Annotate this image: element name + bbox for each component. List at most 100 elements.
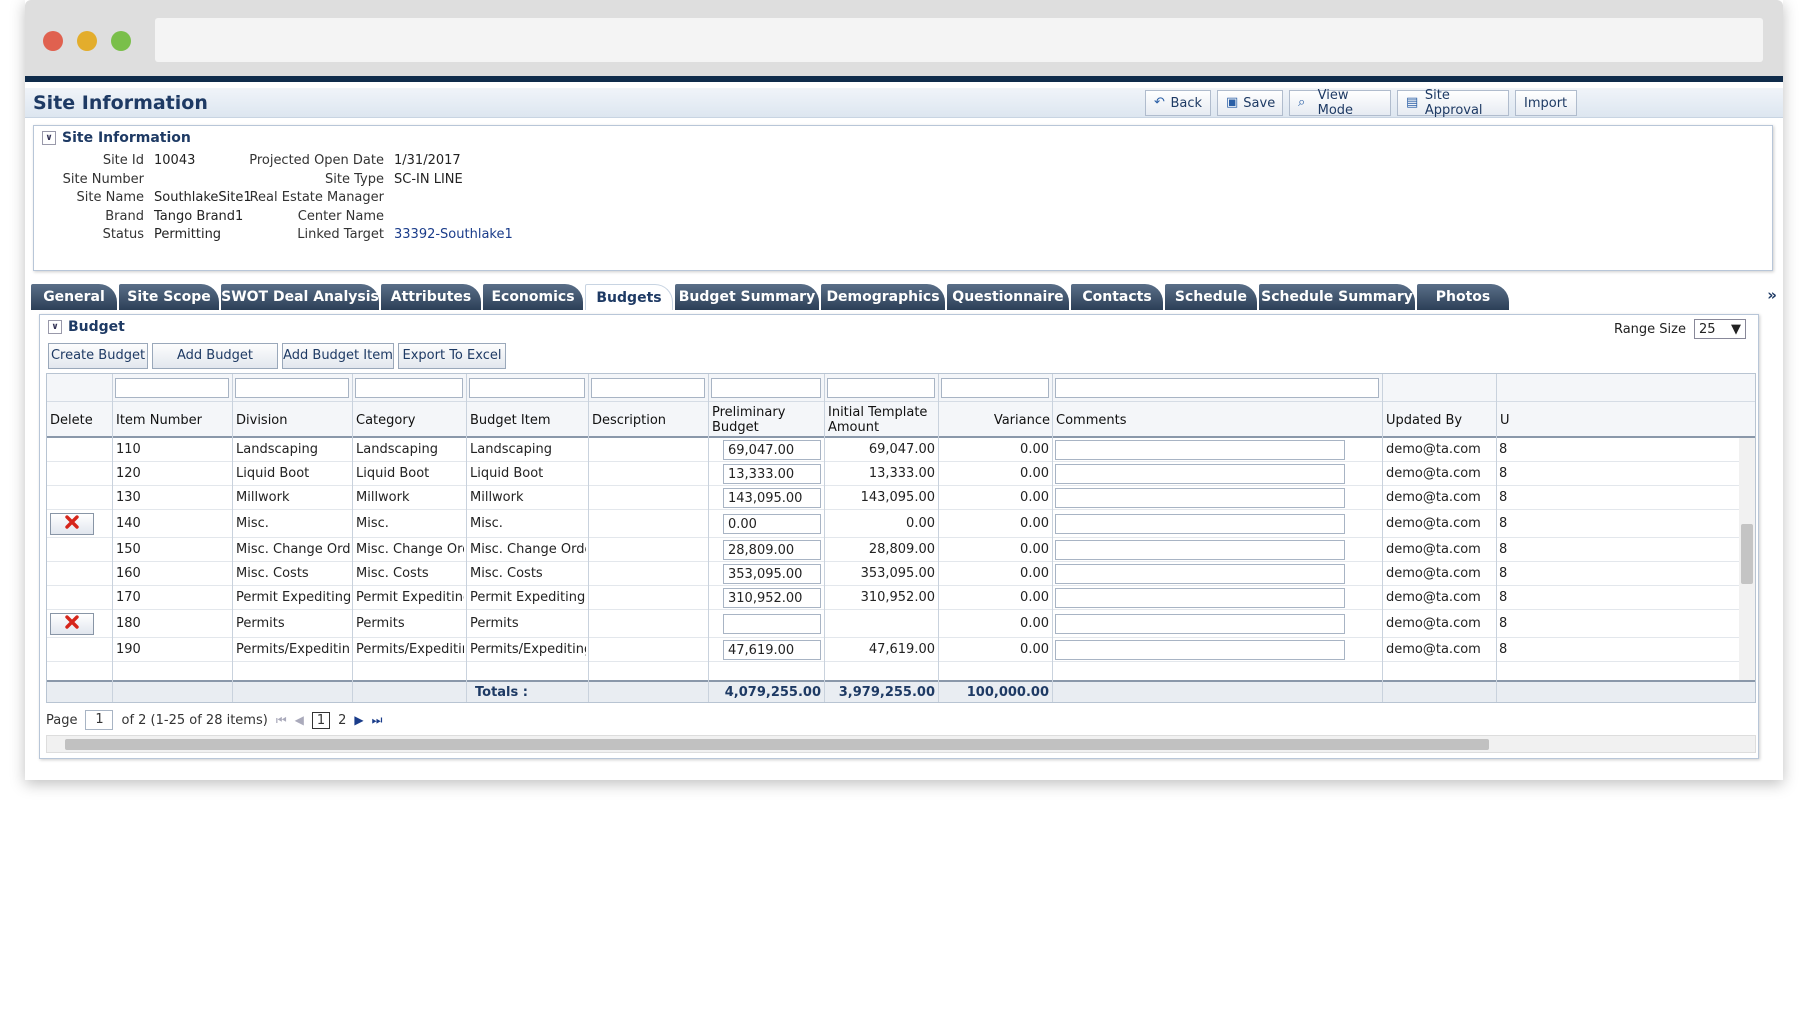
save-button[interactable]: ▣ Save	[1217, 90, 1283, 116]
comments-input[interactable]	[1055, 464, 1345, 484]
column-header[interactable]: Variance	[942, 402, 1050, 438]
header-row: Delete Item Number Division Category Budget …	[47, 402, 1755, 438]
range-size-select[interactable]: 25 ▼	[1694, 319, 1746, 339]
column-header[interactable]: Category	[356, 402, 464, 438]
tab-demographics[interactable]: Demographics	[821, 284, 945, 310]
tab-budgets[interactable]: Budgets	[585, 284, 673, 310]
view-mode-button[interactable]: ⌕ View Mode	[1289, 88, 1391, 118]
more-tabs-icon[interactable]: »	[1767, 286, 1777, 304]
vertical-scroll-thumb[interactable]	[1741, 524, 1753, 584]
table-row: 160 Misc. Costs Misc. Costs Misc. Costs 353,…	[47, 562, 1747, 586]
column-header[interactable]: Delete	[50, 402, 110, 438]
preliminary-budget-input[interactable]: 47,619.00	[723, 640, 821, 660]
column-header[interactable]: Item Number	[116, 402, 230, 438]
minimize-window-icon[interactable]	[77, 31, 97, 51]
filter-input[interactable]	[941, 378, 1049, 398]
next-page-icon[interactable]: ▶	[354, 713, 363, 727]
tab-site-scope[interactable]: Site Scope	[119, 284, 219, 310]
comments-input[interactable]	[1055, 564, 1345, 584]
field-label: Site Number	[62, 171, 144, 187]
tab-general[interactable]: General	[31, 284, 117, 310]
page-link-1[interactable]: 1	[311, 711, 331, 729]
page-number-input[interactable]: 1	[85, 710, 114, 730]
filter-input[interactable]	[1055, 378, 1379, 398]
delete-row-button[interactable]	[50, 613, 94, 635]
cell-description	[592, 510, 706, 537]
column-header[interactable]: Comments	[1056, 402, 1380, 438]
page-link-2[interactable]: 2	[338, 713, 346, 728]
collapse-icon[interactable]: ∨	[42, 131, 56, 145]
field-value[interactable]: 33392-Southlake1	[394, 227, 513, 242]
column-header[interactable]: Initial Template Amount	[828, 402, 936, 438]
tab-photos[interactable]: Photos	[1417, 284, 1509, 310]
cell-division: Permit Expediting	[236, 590, 350, 605]
preliminary-budget-input[interactable]: 143,095.00	[723, 488, 821, 508]
cell-initial-template-amount	[825, 610, 935, 637]
horizontal-scroll-thumb[interactable]	[65, 739, 1489, 750]
address-bar[interactable]	[155, 18, 1763, 62]
delete-row-button[interactable]	[50, 513, 94, 535]
comments-input[interactable]	[1055, 614, 1345, 634]
create-budget-button[interactable]: Create Budget	[48, 343, 148, 369]
import-button[interactable]: Import	[1515, 90, 1577, 116]
comments-input[interactable]	[1055, 540, 1345, 560]
comments-input[interactable]	[1055, 514, 1345, 534]
preliminary-budget-input[interactable]: 13,333.00	[723, 464, 821, 484]
comments-input[interactable]	[1055, 640, 1345, 660]
filter-input[interactable]	[711, 378, 821, 398]
field-label: Status	[102, 227, 144, 242]
horizontal-scrollbar[interactable]	[46, 735, 1756, 753]
tab-economics[interactable]: Economics	[483, 284, 583, 310]
preliminary-budget-input[interactable]: 353,095.00	[723, 564, 821, 584]
column-header[interactable]: Budget Item	[470, 402, 586, 438]
column-header[interactable]: Description	[592, 402, 706, 438]
field-label: Site Type	[325, 171, 384, 187]
column-header[interactable]: Preliminary Budget	[712, 402, 822, 438]
cell-budget-item: Misc. Change Orders	[470, 542, 586, 557]
preliminary-budget-input[interactable]	[723, 614, 821, 634]
comments-input[interactable]	[1055, 588, 1345, 608]
column-header[interactable]: Division	[236, 402, 350, 438]
tab-questionnaire[interactable]: Questionnaire	[947, 284, 1069, 310]
back-button[interactable]: ↶ Back	[1145, 90, 1211, 116]
column-header[interactable]: U	[1500, 402, 1510, 438]
site-approval-button[interactable]: ▤ Site Approval	[1397, 88, 1509, 118]
tab-schedule-summary[interactable]: Schedule Summary	[1259, 284, 1415, 310]
tab-swot-deal-analysis[interactable]: SWOT Deal Analysis	[221, 284, 379, 310]
filter-input[interactable]	[827, 378, 935, 398]
export-to-excel-button[interactable]: Export To Excel	[398, 343, 506, 369]
filter-input[interactable]	[591, 378, 705, 398]
preliminary-budget-input[interactable]: 28,809.00	[723, 540, 821, 560]
last-page-icon[interactable]: ⏭	[372, 713, 383, 728]
tab-schedule[interactable]: Schedule	[1165, 284, 1257, 310]
maximize-window-icon[interactable]	[111, 31, 131, 51]
comments-input[interactable]	[1055, 440, 1345, 460]
filter-input[interactable]	[235, 378, 349, 398]
field-value: 1/31/2017	[394, 153, 461, 168]
filter-input[interactable]	[115, 378, 229, 398]
previous-page-icon[interactable]: ◀	[295, 713, 304, 727]
filter-input[interactable]	[469, 378, 585, 398]
filter-input[interactable]	[355, 378, 463, 398]
cell-item: 150	[116, 542, 141, 557]
column-header[interactable]: Updated By	[1386, 402, 1494, 438]
tab-budget-summary[interactable]: Budget Summary	[675, 284, 819, 310]
cell-budget-item: Misc. Costs	[470, 566, 543, 581]
preliminary-budget-input[interactable]: 310,952.00	[723, 588, 821, 608]
tab-contacts[interactable]: Contacts	[1071, 284, 1163, 310]
cell-updated-by: demo@ta.com	[1386, 590, 1481, 605]
cell-variance: 0.00	[1020, 490, 1049, 505]
preliminary-budget-input[interactable]: 69,047.00	[723, 440, 821, 460]
cell-updated-by: demo@ta.com	[1386, 566, 1481, 581]
comments-input[interactable]	[1055, 488, 1345, 508]
tab-attributes[interactable]: Attributes	[381, 284, 481, 310]
add-budget-params-button[interactable]: Add Budget Params	[152, 343, 278, 387]
cell-variance: 0.00	[1020, 542, 1049, 557]
close-window-icon[interactable]	[43, 31, 63, 51]
collapse-icon[interactable]: ∨	[48, 320, 62, 334]
add-budget-item-button[interactable]: Add Budget Item	[282, 343, 394, 369]
first-page-icon[interactable]: ⏮	[276, 713, 287, 728]
vertical-scrollbar[interactable]	[1739, 438, 1755, 680]
preliminary-budget-input[interactable]: 0.00	[723, 514, 821, 534]
cell-description	[592, 486, 706, 509]
